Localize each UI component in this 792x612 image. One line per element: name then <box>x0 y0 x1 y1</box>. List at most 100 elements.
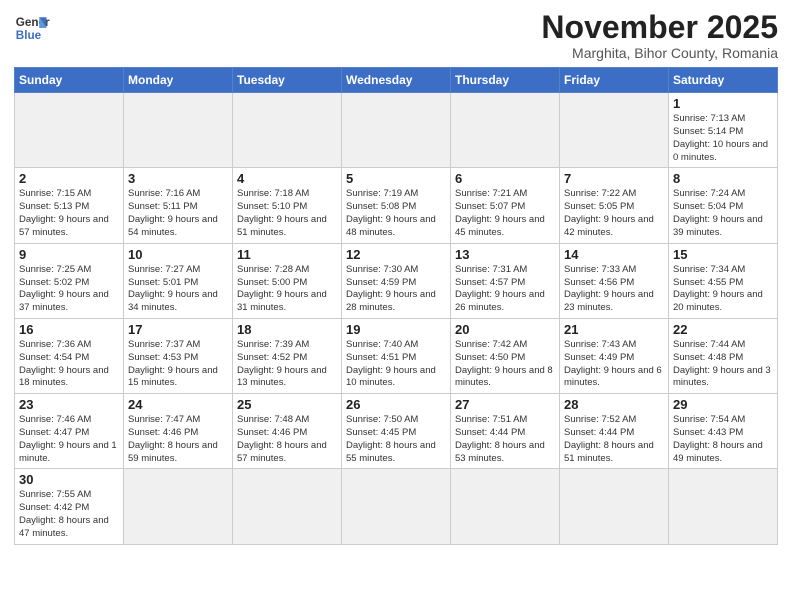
day-number: 26 <box>346 397 446 412</box>
day-info: Sunrise: 7:25 AM Sunset: 5:02 PM Dayligh… <box>19 264 119 315</box>
day-number: 11 <box>237 247 337 262</box>
day-info: Sunrise: 7:51 AM Sunset: 4:44 PM Dayligh… <box>455 414 555 465</box>
day-number: 20 <box>455 322 555 337</box>
page: General Blue November 2025 Marghita, Bih… <box>0 0 792 612</box>
day-info: Sunrise: 7:47 AM Sunset: 4:46 PM Dayligh… <box>128 414 228 465</box>
day-number: 7 <box>564 171 664 186</box>
table-row: 5 Sunrise: 7:19 AM Sunset: 5:08 PM Daylig… <box>342 168 451 243</box>
table-row <box>451 469 560 544</box>
day-info: Sunrise: 7:16 AM Sunset: 5:11 PM Dayligh… <box>128 188 228 239</box>
table-row: 3Sunrise: 7:16 AM Sunset: 5:11 PM Daylig… <box>124 168 233 243</box>
logo-icon: General Blue <box>14 10 50 46</box>
svg-text:Blue: Blue <box>16 29 42 42</box>
day-number: 18 <box>237 322 337 337</box>
day-number: 12 <box>346 247 446 262</box>
day-info: Sunrise: 7:39 AM Sunset: 4:52 PM Dayligh… <box>237 339 337 390</box>
day-number: 19 <box>346 322 446 337</box>
table-row: 24Sunrise: 7:47 AM Sunset: 4:46 PM Dayli… <box>124 394 233 469</box>
table-row: 25 Sunrise: 7:48 AM Sunset: 4:46 PM Dayli… <box>233 394 342 469</box>
header: General Blue November 2025 Marghita, Bih… <box>14 10 778 61</box>
day-number: 14 <box>564 247 664 262</box>
weekday-header-row: Sunday Monday Tuesday Wednesday Thursday… <box>15 68 778 93</box>
day-number: 6 <box>455 171 555 186</box>
table-row: 7 Sunrise: 7:22 AM Sunset: 5:05 PM Daylig… <box>560 168 669 243</box>
calendar-week-row: 23Sunrise: 7:46 AM Sunset: 4:47 PM Dayli… <box>15 394 778 469</box>
table-row <box>560 93 669 168</box>
table-row <box>124 93 233 168</box>
day-number: 30 <box>19 472 119 487</box>
title-block: November 2025 Marghita, Bihor County, Ro… <box>541 10 778 61</box>
day-info: Sunrise: 7:22 AM Sunset: 5:05 PM Dayligh… <box>564 188 664 239</box>
day-info: Sunrise: 7:54 AM Sunset: 4:43 PM Dayligh… <box>673 414 773 465</box>
calendar-week-row: 16Sunrise: 7:36 AM Sunset: 4:54 PM Dayli… <box>15 318 778 393</box>
calendar-week-row: 9 Sunrise: 7:25 AM Sunset: 5:02 PM Daylig… <box>15 243 778 318</box>
table-row: 23Sunrise: 7:46 AM Sunset: 4:47 PM Dayli… <box>15 394 124 469</box>
header-tuesday: Tuesday <box>233 68 342 93</box>
table-row: 26 Sunrise: 7:50 AM Sunset: 4:45 PM Dayli… <box>342 394 451 469</box>
day-info: Sunrise: 7:43 AM Sunset: 4:49 PM Dayligh… <box>564 339 664 390</box>
calendar-week-row: 30 Sunrise: 7:55 AM Sunset: 4:42 PM Dayli… <box>15 469 778 544</box>
table-row <box>15 93 124 168</box>
table-row <box>560 469 669 544</box>
table-row: 2 Sunrise: 7:15 AM Sunset: 5:13 PM Daylig… <box>15 168 124 243</box>
table-row: 18 Sunrise: 7:39 AM Sunset: 4:52 PM Dayli… <box>233 318 342 393</box>
day-number: 17 <box>128 322 228 337</box>
header-friday: Friday <box>560 68 669 93</box>
table-row: 19Sunrise: 7:40 AM Sunset: 4:51 PM Dayli… <box>342 318 451 393</box>
day-number: 16 <box>19 322 119 337</box>
day-number: 2 <box>19 171 119 186</box>
day-info: Sunrise: 7:27 AM Sunset: 5:01 PM Dayligh… <box>128 264 228 315</box>
day-info: Sunrise: 7:13 AM Sunset: 5:14 PM Dayligh… <box>673 113 773 164</box>
day-info: Sunrise: 7:44 AM Sunset: 4:48 PM Dayligh… <box>673 339 773 390</box>
table-row <box>233 93 342 168</box>
day-info: Sunrise: 7:21 AM Sunset: 5:07 PM Dayligh… <box>455 188 555 239</box>
table-row <box>342 93 451 168</box>
day-info: Sunrise: 7:30 AM Sunset: 4:59 PM Dayligh… <box>346 264 446 315</box>
day-number: 22 <box>673 322 773 337</box>
table-row: 6 Sunrise: 7:21 AM Sunset: 5:07 PM Daylig… <box>451 168 560 243</box>
day-number: 29 <box>673 397 773 412</box>
day-info: Sunrise: 7:15 AM Sunset: 5:13 PM Dayligh… <box>19 188 119 239</box>
day-info: Sunrise: 7:55 AM Sunset: 4:42 PM Dayligh… <box>19 489 119 540</box>
table-row <box>233 469 342 544</box>
day-info: Sunrise: 7:46 AM Sunset: 4:47 PM Dayligh… <box>19 414 119 465</box>
table-row: 30 Sunrise: 7:55 AM Sunset: 4:42 PM Dayli… <box>15 469 124 544</box>
day-info: Sunrise: 7:50 AM Sunset: 4:45 PM Dayligh… <box>346 414 446 465</box>
day-number: 15 <box>673 247 773 262</box>
header-monday: Monday <box>124 68 233 93</box>
table-row: 12 Sunrise: 7:30 AM Sunset: 4:59 PM Dayli… <box>342 243 451 318</box>
header-wednesday: Wednesday <box>342 68 451 93</box>
day-info: Sunrise: 7:24 AM Sunset: 5:04 PM Dayligh… <box>673 188 773 239</box>
day-number: 25 <box>237 397 337 412</box>
day-info: Sunrise: 7:19 AM Sunset: 5:08 PM Dayligh… <box>346 188 446 239</box>
table-row: 4Sunrise: 7:18 AM Sunset: 5:10 PM Daylig… <box>233 168 342 243</box>
table-row: 13Sunrise: 7:31 AM Sunset: 4:57 PM Dayli… <box>451 243 560 318</box>
day-info: Sunrise: 7:34 AM Sunset: 4:55 PM Dayligh… <box>673 264 773 315</box>
day-number: 21 <box>564 322 664 337</box>
day-info: Sunrise: 7:52 AM Sunset: 4:44 PM Dayligh… <box>564 414 664 465</box>
table-row <box>451 93 560 168</box>
table-row <box>669 469 778 544</box>
header-thursday: Thursday <box>451 68 560 93</box>
day-info: Sunrise: 7:31 AM Sunset: 4:57 PM Dayligh… <box>455 264 555 315</box>
table-row: 28Sunrise: 7:52 AM Sunset: 4:44 PM Dayli… <box>560 394 669 469</box>
day-info: Sunrise: 7:42 AM Sunset: 4:50 PM Dayligh… <box>455 339 555 390</box>
day-number: 10 <box>128 247 228 262</box>
table-row: 21 Sunrise: 7:43 AM Sunset: 4:49 PM Dayli… <box>560 318 669 393</box>
table-row <box>342 469 451 544</box>
table-row: 16Sunrise: 7:36 AM Sunset: 4:54 PM Dayli… <box>15 318 124 393</box>
calendar-week-row: 1 Sunrise: 7:13 AM Sunset: 5:14 PM Daylig… <box>15 93 778 168</box>
table-row <box>124 469 233 544</box>
day-number: 1 <box>673 96 773 111</box>
month-title: November 2025 <box>541 10 778 45</box>
logo: General Blue <box>14 10 50 46</box>
day-info: Sunrise: 7:48 AM Sunset: 4:46 PM Dayligh… <box>237 414 337 465</box>
day-number: 8 <box>673 171 773 186</box>
table-row: 1 Sunrise: 7:13 AM Sunset: 5:14 PM Daylig… <box>669 93 778 168</box>
day-info: Sunrise: 7:28 AM Sunset: 5:00 PM Dayligh… <box>237 264 337 315</box>
table-row: 14Sunrise: 7:33 AM Sunset: 4:56 PM Dayli… <box>560 243 669 318</box>
day-number: 9 <box>19 247 119 262</box>
day-info: Sunrise: 7:18 AM Sunset: 5:10 PM Dayligh… <box>237 188 337 239</box>
day-number: 5 <box>346 171 446 186</box>
day-number: 27 <box>455 397 555 412</box>
